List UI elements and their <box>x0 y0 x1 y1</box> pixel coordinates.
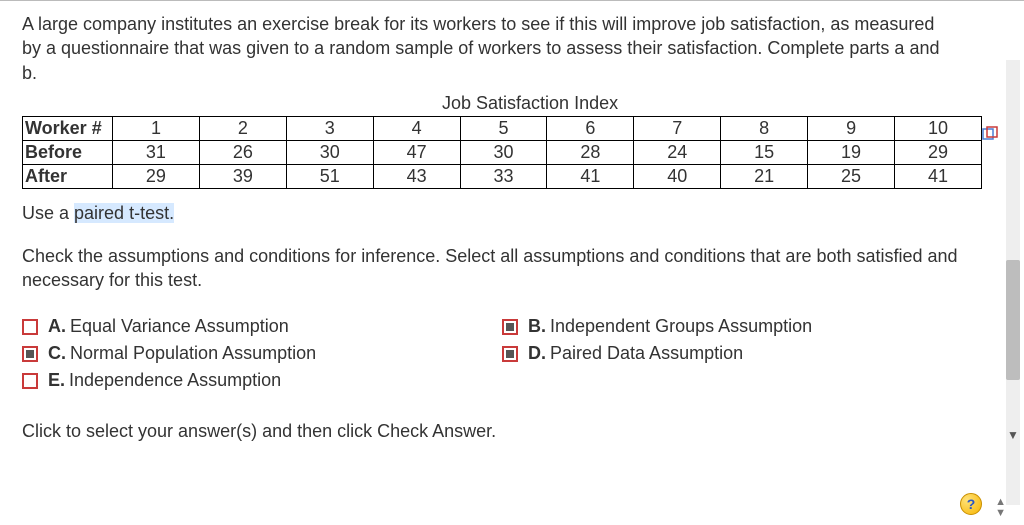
option-b[interactable]: B.Independent Groups Assumption <box>502 316 942 337</box>
question-text: A large company institutes an exercise b… <box>22 12 958 85</box>
popout-icon[interactable] <box>982 126 998 142</box>
option-d[interactable]: D.Paired Data Assumption <box>502 343 942 364</box>
cell: 10 <box>895 116 982 140</box>
cell: 41 <box>895 164 982 188</box>
question-panel: A large company institutes an exercise b… <box>0 0 980 454</box>
row-header: After <box>23 164 113 188</box>
option-e[interactable]: E.Independence Assumption <box>22 370 442 391</box>
cell: 4 <box>373 116 460 140</box>
cell: 1 <box>113 116 200 140</box>
option-label: Paired Data Assumption <box>550 343 743 363</box>
cell: 8 <box>721 116 808 140</box>
help-label: ? <box>967 496 976 512</box>
cell: 5 <box>460 116 547 140</box>
option-letter: B. <box>528 316 546 336</box>
cell: 41 <box>547 164 634 188</box>
row-header: Worker # <box>23 116 113 140</box>
cell: 43 <box>373 164 460 188</box>
cell: 29 <box>113 164 200 188</box>
cell: 30 <box>286 140 373 164</box>
cell: 40 <box>634 164 721 188</box>
option-letter: A. <box>48 316 66 336</box>
cell: 6 <box>547 116 634 140</box>
scroll-thumb[interactable] <box>1006 260 1020 380</box>
stepper-down-icon[interactable]: ▼ <box>995 508 1006 519</box>
option-letter: D. <box>528 343 546 363</box>
stepper: ▲ ▼ <box>995 497 1006 519</box>
option-label: Independence Assumption <box>69 370 281 390</box>
option-label: Independent Groups Assumption <box>550 316 812 336</box>
footer-instruction: Click to select your answer(s) and then … <box>22 421 958 442</box>
cell: 9 <box>808 116 895 140</box>
table-row: After 29 39 51 43 33 41 40 21 25 41 <box>23 164 982 188</box>
cell: 2 <box>199 116 286 140</box>
options-grid: A.Equal Variance Assumption B.Independen… <box>22 316 958 391</box>
cell: 30 <box>460 140 547 164</box>
cell: 19 <box>808 140 895 164</box>
option-c[interactable]: C.Normal Population Assumption <box>22 343 442 364</box>
table-row: Before 31 26 30 47 30 28 24 15 19 29 <box>23 140 982 164</box>
cell: 39 <box>199 164 286 188</box>
cell: 3 <box>286 116 373 140</box>
cell: 25 <box>808 164 895 188</box>
cell: 29 <box>895 140 982 164</box>
instruction-prefix: Use a <box>22 203 74 223</box>
cell: 33 <box>460 164 547 188</box>
cell: 51 <box>286 164 373 188</box>
row-header: Before <box>23 140 113 164</box>
data-table: Worker # 1 2 3 4 5 6 7 8 9 10 Before 31 … <box>22 116 982 189</box>
cell: 26 <box>199 140 286 164</box>
option-letter: C. <box>48 343 66 363</box>
help-button[interactable]: ? <box>960 493 982 515</box>
cell: 24 <box>634 140 721 164</box>
table-title: Job Satisfaction Index <box>442 93 1024 114</box>
cell: 31 <box>113 140 200 164</box>
option-letter: E. <box>48 370 65 390</box>
scroll-down-icon[interactable]: ▼ <box>1006 428 1020 442</box>
checkbox-icon[interactable] <box>502 346 518 362</box>
cell: 21 <box>721 164 808 188</box>
table-row: Worker # 1 2 3 4 5 6 7 8 9 10 <box>23 116 982 140</box>
option-a[interactable]: A.Equal Variance Assumption <box>22 316 442 337</box>
checkbox-icon[interactable] <box>22 346 38 362</box>
cell: 7 <box>634 116 721 140</box>
instruction-line: Use a paired t-test. <box>22 203 958 224</box>
checkbox-icon[interactable] <box>22 373 38 389</box>
cell: 15 <box>721 140 808 164</box>
option-label: Normal Population Assumption <box>70 343 316 363</box>
check-text: Check the assumptions and conditions for… <box>22 244 958 293</box>
option-label: Equal Variance Assumption <box>70 316 289 336</box>
cell: 47 <box>373 140 460 164</box>
checkbox-icon[interactable] <box>502 319 518 335</box>
checkbox-icon[interactable] <box>22 319 38 335</box>
cell: 28 <box>547 140 634 164</box>
instruction-highlight: paired t-test. <box>74 203 174 223</box>
